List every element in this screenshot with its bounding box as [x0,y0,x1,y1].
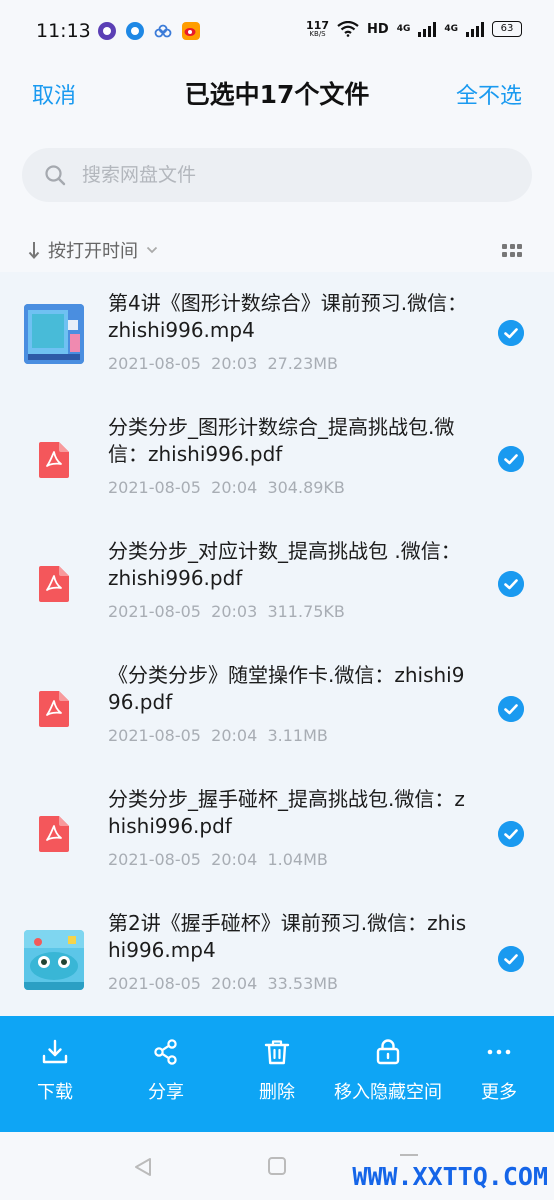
file-item[interactable]: 《分类分步》随堂操作卡.微信：zhishi996.pdf 2021-08-05 … [0,644,554,768]
file-time: 20:04 [211,974,258,993]
share-button[interactable]: 分享 [125,1016,207,1132]
file-size: 33.53MB [267,974,339,993]
file-name: 分类分步_对应计数_提高挑战包 .微信：zhishi996.pdf [108,539,461,590]
action-label: 移入隐藏空间 [334,1082,442,1103]
bottom-action-bar: 下载 分享 删除 移入隐藏空间 更多 [0,1016,554,1132]
battery-icon: 63 [492,21,522,37]
more-icon [487,1049,511,1055]
download-icon [42,1039,68,1064]
checked-icon[interactable] [498,320,524,346]
file-meta: 2021-08-05 20:04 3.11MB [108,726,328,745]
status-right-icons: 117 KB/S HD 4G 4G 63 [306,20,522,38]
deselect-all-button[interactable]: 全不选 [456,78,522,110]
checked-icon[interactable] [498,946,524,972]
notification-icons [98,22,200,40]
file-size: 311.75KB [267,602,345,621]
file-item[interactable]: 第2讲《握手碰杯》课前预习.微信：zhishi996.mp4 2021-08-0… [0,892,554,1016]
action-label: 分享 [148,1082,184,1103]
pdf-file-icon [39,691,69,727]
file-item[interactable]: 分类分步_握手碰杯_提高挑战包.微信：zhishi996.pdf 2021-08… [0,768,554,892]
action-label: 更多 [481,1082,517,1103]
status-time: 11:13 [36,20,91,42]
sort-label: 按打开时间 [48,241,138,262]
file-name: 分类分步_握手碰杯_提高挑战包.微信：zhishi996.pdf [108,787,465,838]
status-bar: 11:13 117 KB/S HD 4G 4G 63 [0,0,554,66]
trash-icon [264,1040,290,1065]
file-date: 2021-08-05 [108,726,201,745]
file-meta: 2021-08-05 20:03 27.23MB [108,354,338,373]
pdf-file-icon [39,816,69,852]
pdf-file-icon [39,566,69,602]
blue-app-icon [126,22,144,40]
file-list: 第4讲《图形计数综合》课前预习.微信：zhishi996.mp4 2021-08… [0,272,554,1016]
network-speed-unit: KB/S [309,30,326,38]
file-date: 2021-08-05 [108,602,201,621]
file-size: 304.89KB [267,478,345,497]
file-date: 2021-08-05 [108,354,201,373]
file-item[interactable]: 分类分步_图形计数综合_提高挑战包.微信：zhishi996.pdf 2021-… [0,396,554,520]
action-label: 下载 [37,1082,73,1103]
file-time: 20:03 [211,602,258,621]
file-item[interactable]: 第4讲《图形计数综合》课前预习.微信：zhishi996.mp4 2021-08… [0,272,554,396]
action-label: 删除 [259,1082,295,1103]
file-name: 第2讲《握手碰杯》课前预习.微信：zhishi996.mp4 [108,911,467,962]
file-name: 《分类分步》随堂操作卡.微信：zhishi996.pdf [108,663,465,714]
back-icon[interactable] [132,1156,154,1178]
file-meta: 2021-08-05 20:04 1.04MB [108,850,328,869]
wifi-icon [337,21,359,37]
cloud-app-icon [154,22,172,40]
search-input[interactable] [80,163,484,187]
file-size: 1.04MB [267,850,328,869]
checked-icon[interactable] [498,696,524,722]
file-meta: 2021-08-05 20:03 311.75KB [108,602,345,621]
network-speed: 117 KB/S [306,20,329,38]
file-time: 20:04 [211,478,258,497]
delete-button[interactable]: 删除 [236,1016,318,1132]
weibo-app-icon [182,22,200,40]
file-name: 分类分步_图形计数综合_提高挑战包.微信：zhishi996.pdf [108,415,455,466]
file-size: 27.23MB [267,354,339,373]
file-item[interactable]: 分类分步_对应计数_提高挑战包 .微信：zhishi996.pdf 2021-0… [0,520,554,644]
search-bar[interactable] [22,148,532,202]
purple-app-icon [98,22,116,40]
sort-bar: 按打开时间 [0,228,554,272]
sim2-label: 4G [444,24,458,34]
selection-header: 取消 已选中17个文件 全不选 [0,66,554,126]
checked-icon[interactable] [498,821,524,847]
more-button[interactable]: 更多 [458,1016,540,1132]
file-date: 2021-08-05 [108,850,201,869]
arrow-down-icon [28,242,40,259]
home-icon[interactable] [267,1156,287,1176]
file-time: 20:04 [211,850,258,869]
watermark-text: WWW.XXTTQ.COM [352,1162,548,1191]
pdf-file-icon [39,442,69,478]
search-icon [45,165,66,186]
file-meta: 2021-08-05 20:04 33.53MB [108,974,338,993]
file-size: 3.11MB [267,726,328,745]
sim1-label: 4G [396,24,411,34]
download-button[interactable]: 下载 [14,1016,96,1132]
chevron-down-icon [146,246,158,254]
share-icon [154,1039,177,1065]
checked-icon[interactable] [498,571,524,597]
grid-view-toggle[interactable] [502,244,522,258]
video-thumbnail [24,304,84,364]
file-date: 2021-08-05 [108,974,201,993]
signal-strength-1-icon [418,21,437,37]
checked-icon[interactable] [498,446,524,472]
signal-strength-2-icon [466,21,484,37]
file-time: 20:04 [211,726,258,745]
video-thumbnail [24,930,84,990]
file-date: 2021-08-05 [108,478,201,497]
lock-icon [376,1039,400,1065]
sort-button[interactable]: 按打开时间 [28,237,158,263]
move-to-hidden-space-button[interactable]: 移入隐藏空间 [326,1016,450,1132]
file-meta: 2021-08-05 20:04 304.89KB [108,478,345,497]
file-time: 20:03 [211,354,258,373]
file-name: 第4讲《图形计数综合》课前预习.微信：zhishi996.mp4 [108,291,468,342]
hd-label: HD [367,21,389,37]
